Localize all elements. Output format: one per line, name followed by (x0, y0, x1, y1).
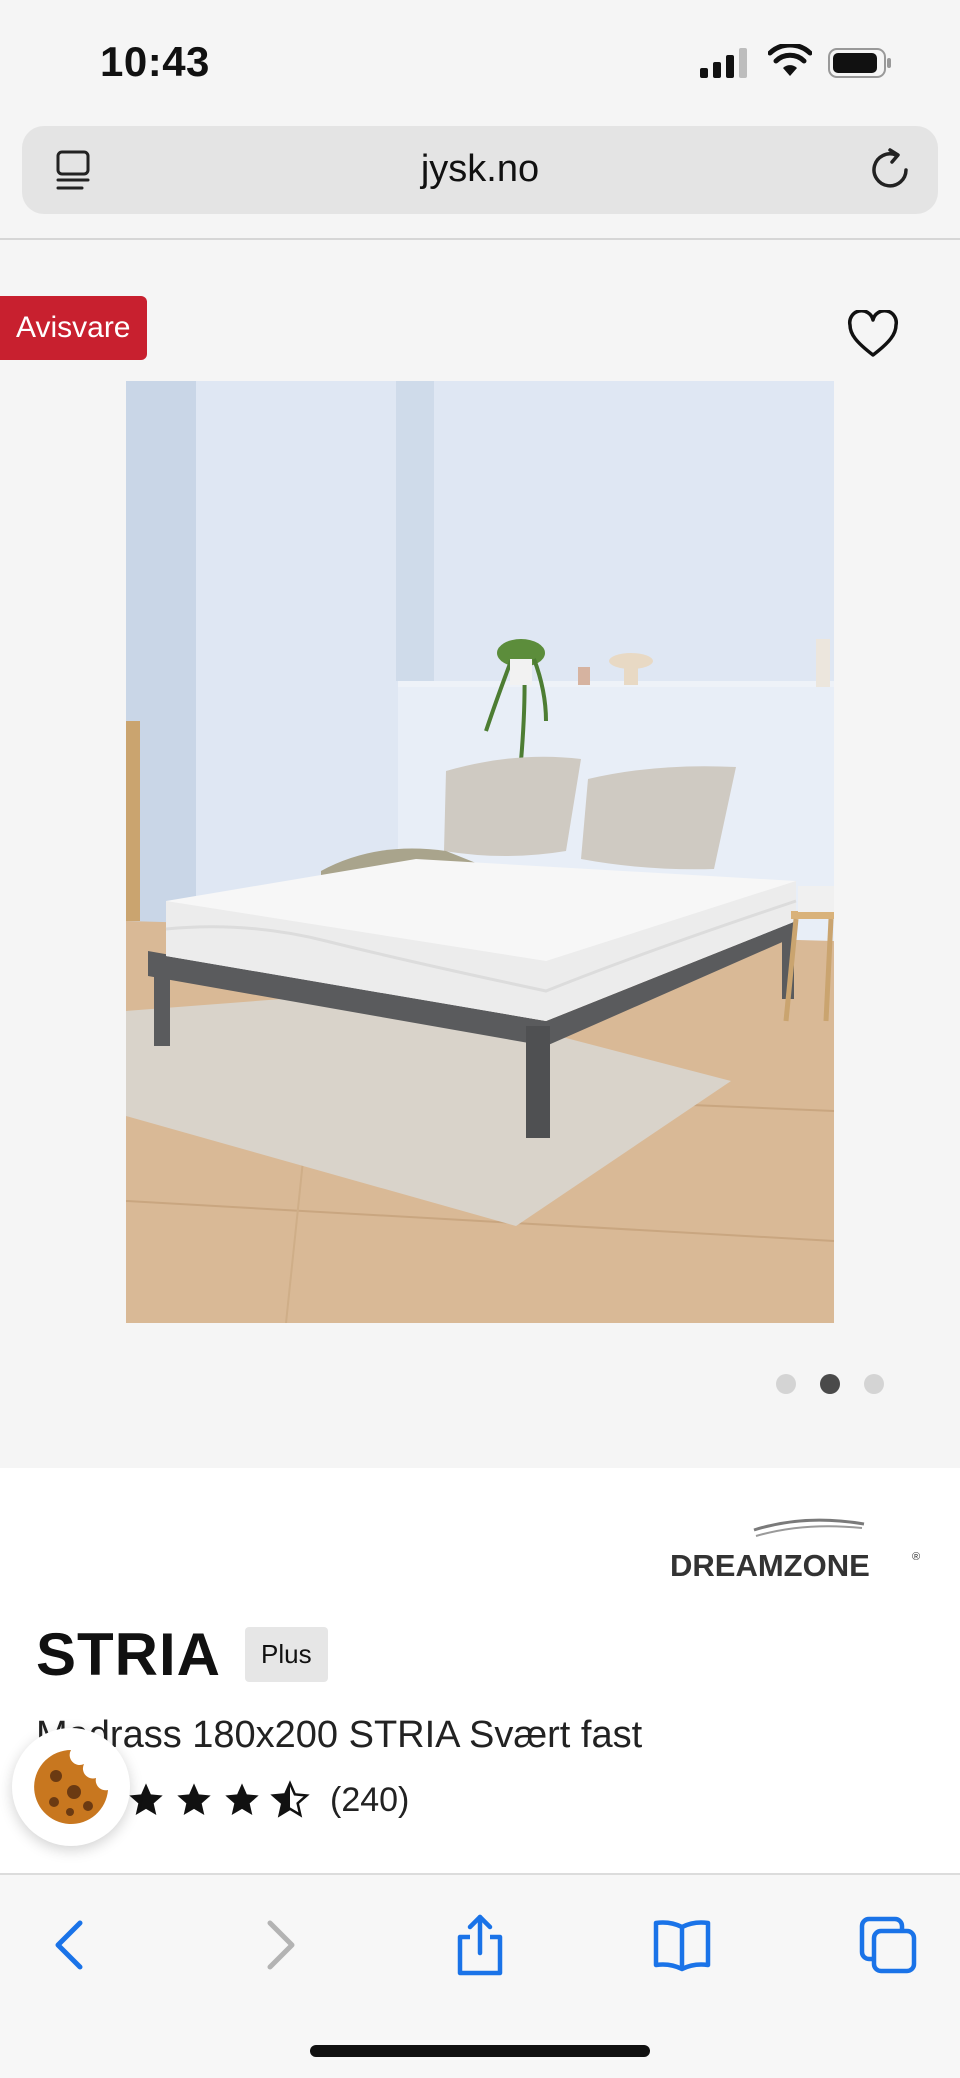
chevron-left-icon[interactable] (40, 1913, 104, 1977)
gallery-dot[interactable] (776, 1374, 796, 1394)
product-title: STRIA (36, 1621, 221, 1688)
plus-tag: Plus (245, 1627, 328, 1682)
address-bar[interactable]: jysk.no (22, 126, 938, 214)
gallery-dot[interactable] (864, 1374, 884, 1394)
cookie-button[interactable] (12, 1728, 130, 1846)
title-row: STRIA Plus (36, 1620, 328, 1689)
share-icon[interactable] (448, 1913, 512, 1977)
star-half-icon (270, 1780, 310, 1818)
page: 10:43 jysk.no Avisvare DREAMZONE ® STRIA… (0, 0, 960, 2078)
heart-icon[interactable] (846, 310, 900, 360)
promo-badge: Avisvare (0, 296, 147, 360)
cookie-icon (34, 1750, 109, 1824)
book-icon[interactable] (650, 1913, 714, 1977)
tabs-icon[interactable] (856, 1913, 920, 1977)
status-bar: 10:43 (0, 0, 960, 120)
gallery-pagination[interactable] (776, 1374, 884, 1394)
cellular-signal-icon (700, 48, 747, 78)
star-full-icon (129, 1783, 163, 1815)
battery-icon (828, 48, 891, 78)
product-subtitle: Madrass 180x200 STRIA Svært fast (36, 1714, 643, 1756)
product-info: DREAMZONE ® STRIA Plus Madrass 180x200 S… (0, 1468, 960, 1873)
status-time: 10:43 (100, 38, 210, 85)
product-gallery[interactable]: Avisvare (0, 240, 960, 1468)
star-full-icon (225, 1783, 259, 1815)
wifi-icon (768, 44, 812, 76)
reload-icon[interactable] (866, 146, 914, 194)
svg-text:DREAMZONE: DREAMZONE (670, 1548, 870, 1583)
svg-text:®: ® (912, 1551, 920, 1563)
gallery-dot-active[interactable] (820, 1374, 840, 1394)
brand-logo[interactable]: DREAMZONE ® (664, 1514, 924, 1584)
review-count[interactable]: (240) (330, 1781, 409, 1820)
chevron-right-icon[interactable] (246, 1913, 310, 1977)
product-image[interactable] (126, 381, 834, 1323)
url-text[interactable]: jysk.no (22, 148, 938, 191)
star-full-icon (177, 1783, 211, 1815)
browser-toolbar (0, 1873, 960, 2078)
rating-stars[interactable]: (240) (126, 1780, 409, 1820)
home-indicator[interactable] (310, 2045, 650, 2057)
